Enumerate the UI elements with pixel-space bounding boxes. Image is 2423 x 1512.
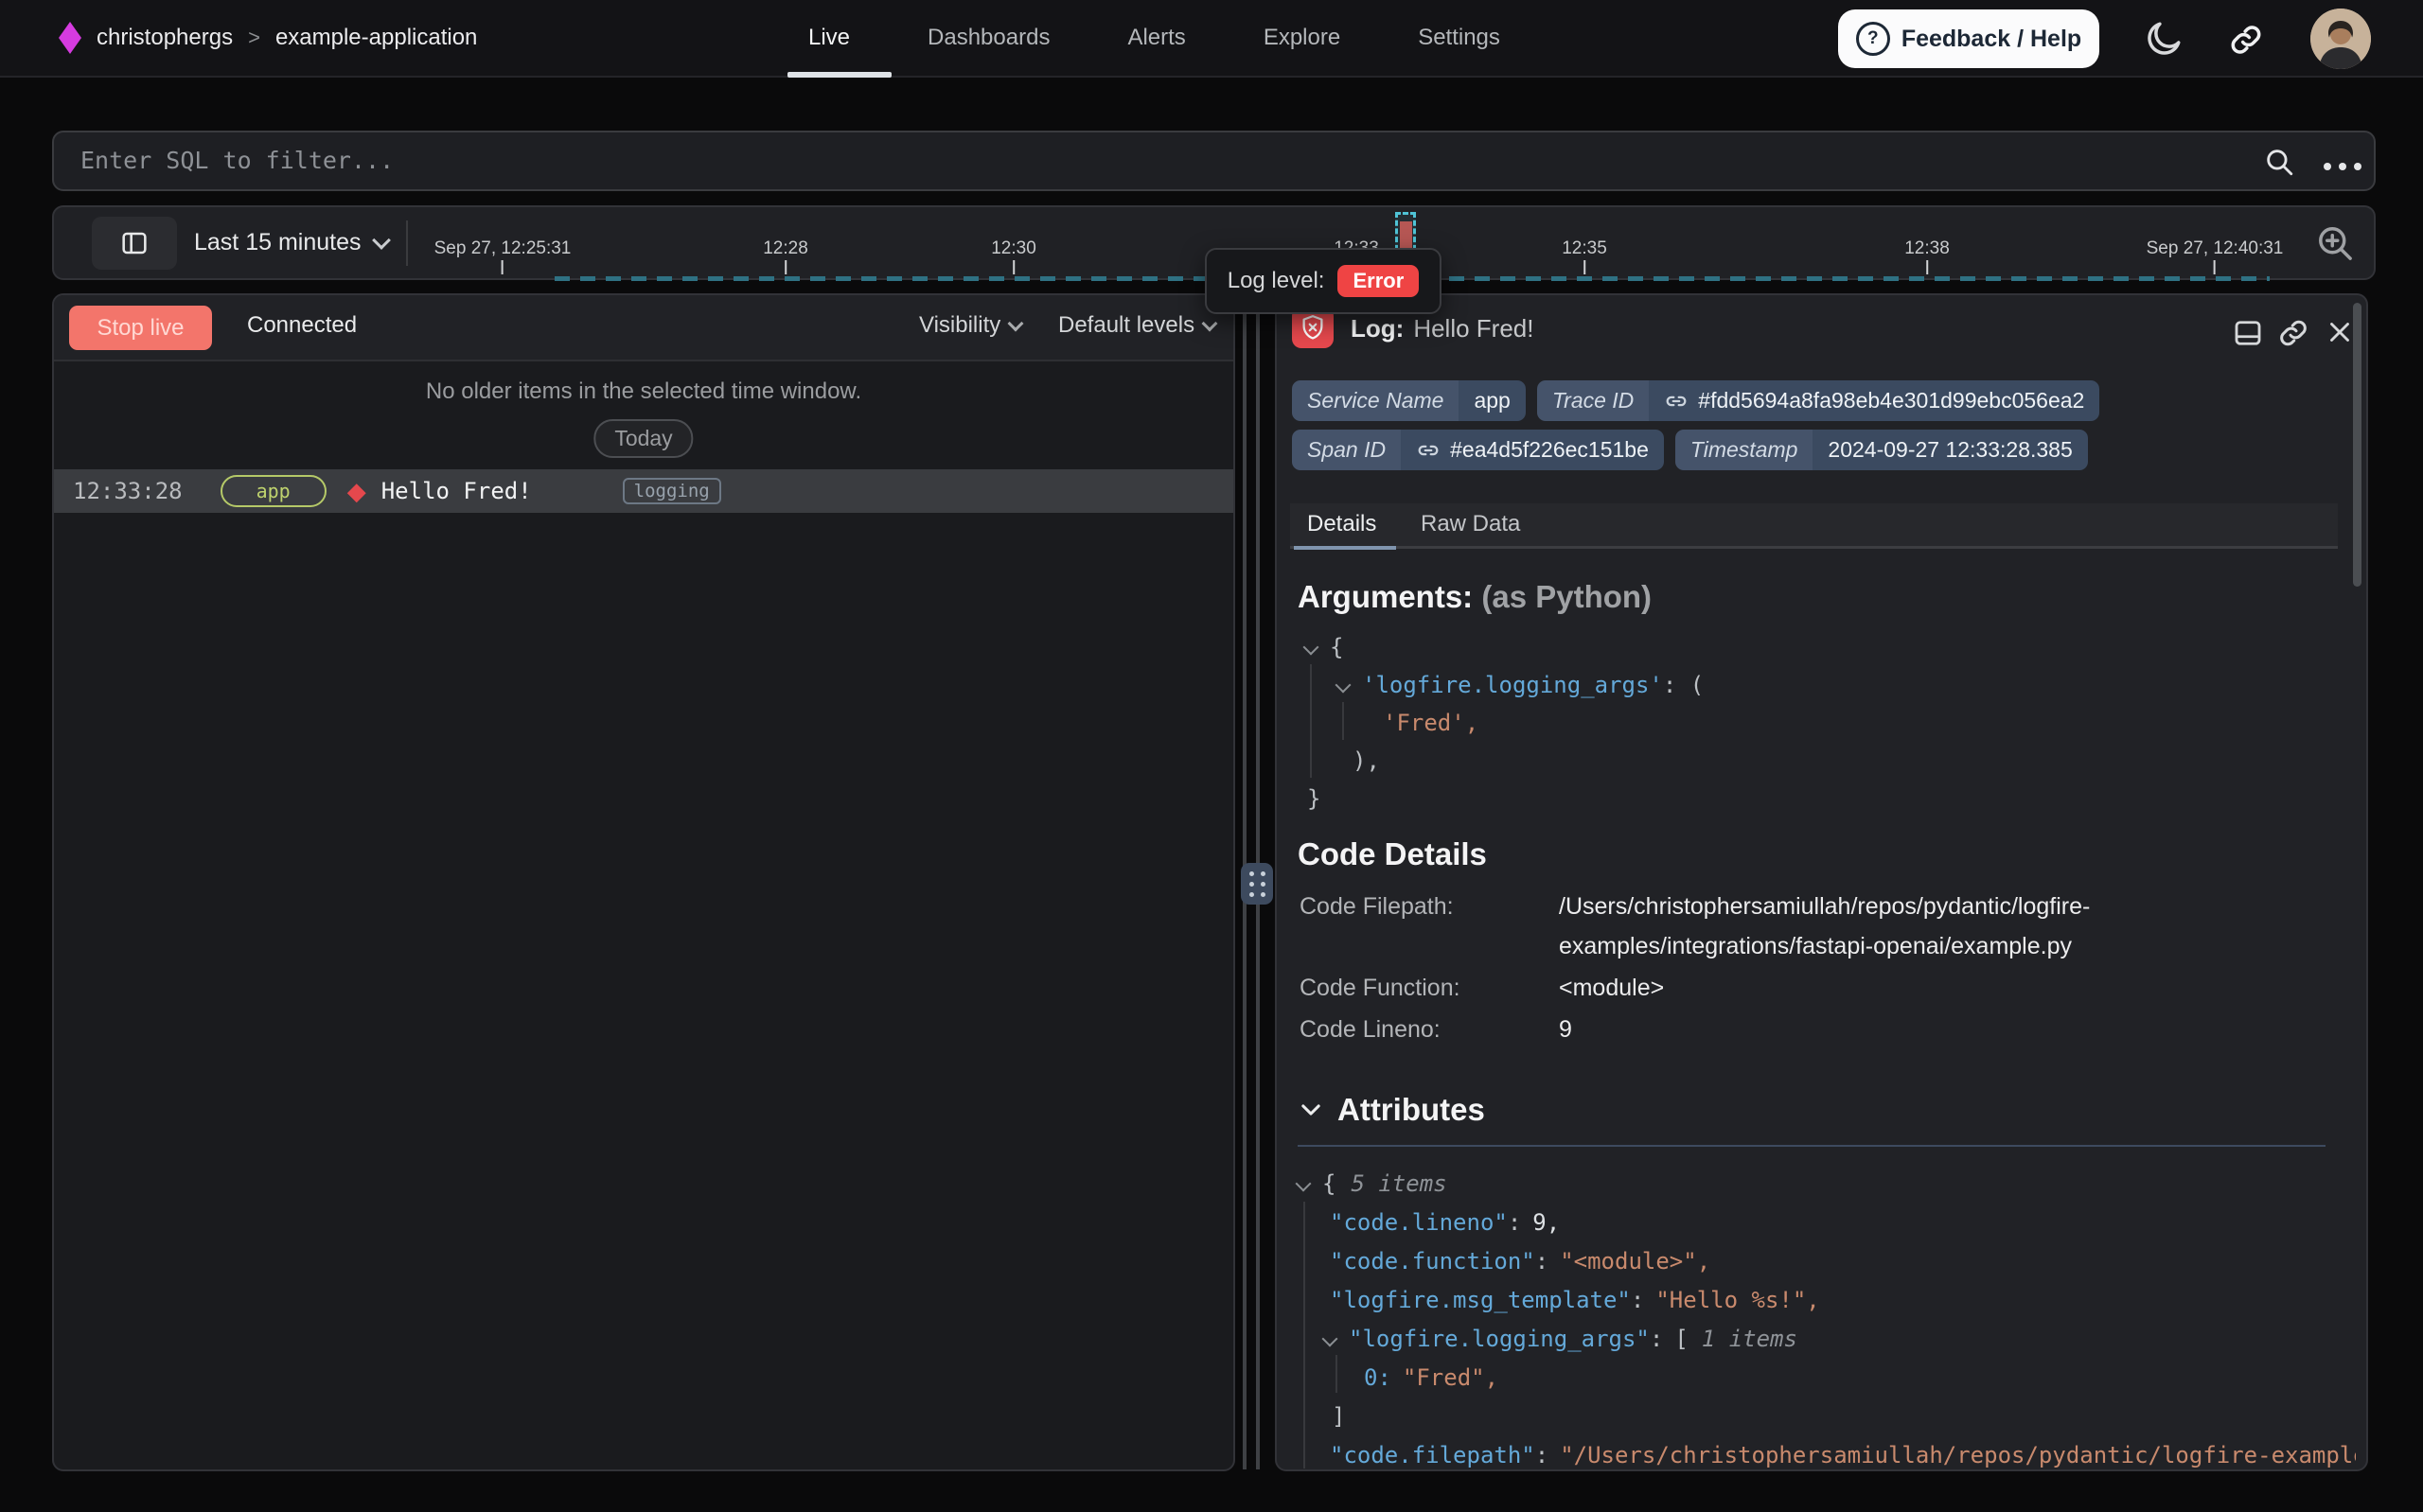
attributes-heading: Attributes	[1337, 1092, 1485, 1128]
nav-tab-explore[interactable]: Explore	[1264, 25, 1340, 51]
attributes-code: {5 items "code.lineno":9, "code.function…	[1290, 1164, 2356, 1471]
sql-filter-bar: Enter SQL to filter...	[52, 131, 2376, 191]
scrollbar-thumb[interactable]	[2353, 303, 2361, 587]
service-badge: app	[221, 475, 327, 507]
nav-tab-live[interactable]: Live	[808, 25, 850, 51]
today-button[interactable]: Today	[593, 419, 693, 458]
service-name-value: app	[1459, 380, 1525, 421]
trace-id-pill[interactable]: Trace ID #fdd5694a8fa98eb4e301d99ebc056e…	[1537, 380, 2100, 421]
span-id-label: Span ID	[1292, 430, 1401, 470]
time-range-dropdown[interactable]: Last 15 minutes	[194, 207, 388, 278]
live-panel-header: Stop live Connected Visibility Default l…	[54, 295, 1233, 361]
visibility-dropdown[interactable]: Visibility	[919, 312, 1021, 339]
log-message: Hello Fred!	[381, 478, 532, 504]
arguments-heading: Arguments: (as Python)	[1298, 579, 1652, 615]
trace-id-value: #fdd5694a8fa98eb4e301d99ebc056ea2	[1698, 388, 2084, 413]
link-icon	[1664, 389, 1689, 413]
feedback-help-label: Feedback / Help	[1901, 26, 2081, 53]
span-id-pill[interactable]: Span ID #ea4d5f226ec151be	[1292, 430, 1664, 470]
log-row[interactable]: 12:33:28 app ◆ Hello Fred! logging	[54, 469, 1233, 513]
detail-title: Log: Hello Fred!	[1351, 314, 1533, 343]
collapse-caret-icon[interactable]	[1296, 1175, 1312, 1191]
theme-moon-icon[interactable]	[2143, 18, 2184, 64]
timestamp-pill: Timestamp 2024-09-27 12:33:28.385	[1675, 430, 2088, 470]
user-avatar[interactable]	[2310, 9, 2371, 69]
connection-status: Connected	[247, 312, 357, 339]
active-tab-underline	[787, 72, 892, 78]
navbar: christophergs > example-application Live…	[0, 0, 2423, 78]
chevron-down-icon	[1202, 315, 1218, 331]
share-link-icon[interactable]	[2227, 21, 2265, 63]
trace-id-label: Trace ID	[1537, 380, 1649, 421]
detail-tabs: Details Raw Data	[1290, 503, 2338, 549]
attributes-section-toggle[interactable]: Attributes	[1298, 1092, 1485, 1128]
link-icon	[1416, 438, 1441, 463]
default-levels-dropdown[interactable]: Default levels	[1058, 312, 1215, 339]
sql-filter-input[interactable]: Enter SQL to filter...	[54, 132, 2374, 189]
active-tab-underline	[1294, 546, 1396, 550]
code-function-value: <module>	[1559, 975, 1664, 1002]
timeline-tick: Sep 27, 12:40:31	[2147, 238, 2284, 274]
code-filepath-value-line2: examples/integrations/fastapi-openai/exa…	[1559, 933, 2072, 960]
arguments-code: { 'logfire.logging_args': ( 'Fred', ), }	[1298, 628, 2320, 818]
timestamp-label: Timestamp	[1675, 430, 1813, 470]
feedback-help-button[interactable]: ? Feedback / Help	[1838, 9, 2099, 68]
sidebar-toggle-button[interactable]	[92, 217, 177, 270]
span-id-value: #ea4d5f226ec151be	[1450, 437, 1649, 463]
timeline-tick: 12:35	[1562, 238, 1607, 274]
nav-tab-dashboards[interactable]: Dashboards	[928, 25, 1050, 51]
empty-window-message: No older items in the selected time wind…	[54, 378, 1233, 405]
nav-tab-settings[interactable]: Settings	[1418, 25, 1500, 51]
close-icon[interactable]	[2324, 316, 2356, 353]
copy-link-icon[interactable]	[2276, 316, 2310, 355]
tab-details[interactable]: Details	[1307, 511, 1376, 537]
timeline-tick: Sep 27, 12:25:31	[434, 238, 572, 274]
tab-raw-data[interactable]: Raw Data	[1421, 511, 1520, 537]
breadcrumb-separator: >	[248, 26, 260, 50]
collapse-caret-icon[interactable]	[1303, 640, 1319, 656]
code-filepath-label: Code Filepath:	[1300, 893, 1454, 921]
code-details-heading: Code Details	[1298, 836, 1487, 872]
search-icon[interactable]	[2263, 146, 2295, 183]
help-circle-icon: ?	[1856, 22, 1890, 56]
timeline-tick: 12:28	[763, 238, 808, 274]
section-divider	[1298, 1145, 2326, 1147]
log-detail-panel: Log: Hello Fred! Service Name app Trace I…	[1275, 293, 2368, 1471]
zoom-in-icon[interactable]	[2314, 222, 2356, 269]
service-name-pill: Service Name app	[1292, 380, 1526, 421]
code-function-label: Code Function:	[1300, 975, 1460, 1002]
tooltip-label: Log level:	[1228, 268, 1325, 294]
pane-resize-handle[interactable]	[1241, 863, 1273, 905]
log-level-badge: Error	[1337, 265, 1419, 297]
chevron-down-icon	[372, 231, 391, 250]
timeline-tick: 12:38	[1904, 238, 1950, 274]
collapse-caret-icon[interactable]	[1335, 677, 1352, 694]
chevron-down-icon	[1008, 315, 1024, 331]
logfire-logo-icon[interactable]	[59, 22, 81, 54]
log-time: 12:33:28	[73, 478, 183, 504]
detail-message: Hello Fred!	[1413, 314, 1533, 343]
divider	[406, 220, 408, 266]
code-lineno-label: Code Lineno:	[1300, 1016, 1441, 1044]
stop-live-button[interactable]: Stop live	[69, 306, 212, 350]
more-options-icon[interactable]	[2316, 158, 2361, 175]
chevron-down-icon	[1298, 1097, 1324, 1123]
nav-tab-alerts[interactable]: Alerts	[1127, 25, 1185, 51]
service-name-label: Service Name	[1292, 380, 1459, 421]
dock-panel-icon[interactable]	[2231, 316, 2265, 355]
histogram-tooltip: Log level: Error	[1205, 248, 1441, 314]
breadcrumb-org[interactable]: christophergs	[97, 25, 233, 51]
code-lineno-value: 9	[1559, 1016, 1572, 1044]
detail-kind-label: Log:	[1351, 314, 1404, 343]
collapse-caret-icon[interactable]	[1322, 1330, 1338, 1346]
breadcrumb-project[interactable]: example-application	[275, 25, 477, 51]
timestamp-value: 2024-09-27 12:33:28.385	[1813, 430, 2087, 470]
time-range-label: Last 15 minutes	[194, 229, 362, 256]
live-view-panel: Stop live Connected Visibility Default l…	[52, 293, 1235, 1471]
timeline-tick: 12:30	[991, 238, 1036, 274]
error-diamond-icon: ◆	[347, 479, 366, 503]
code-filepath-value-line1: /Users/christophersamiullah/repos/pydant…	[1559, 893, 2090, 921]
scope-tag: logging	[623, 478, 721, 504]
